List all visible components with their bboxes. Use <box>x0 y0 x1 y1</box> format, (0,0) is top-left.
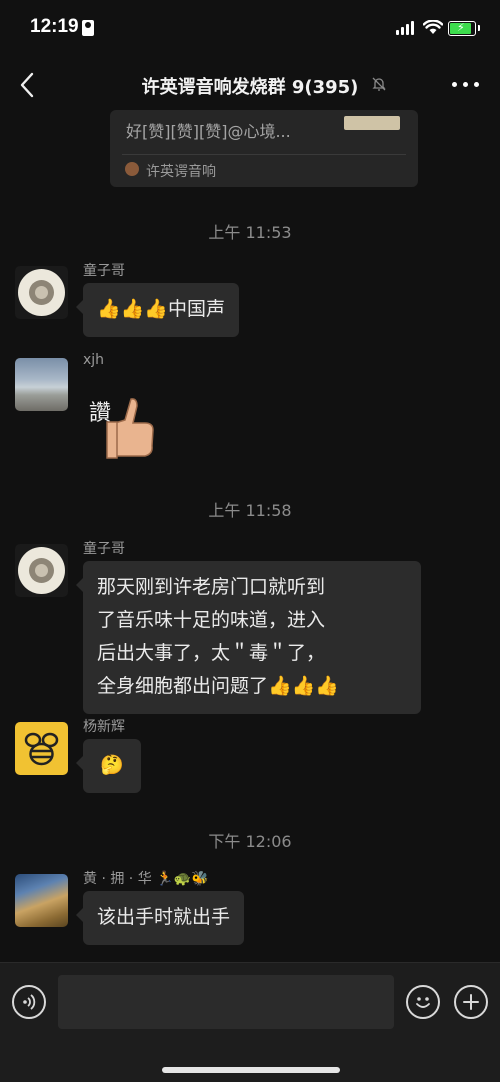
person-icon <box>82 20 94 36</box>
sender-name: xjh <box>83 352 105 368</box>
chat-title: 许英谔音响发烧群 9(395) <box>141 77 359 98</box>
avatar[interactable] <box>15 358 68 411</box>
home-indicator <box>162 1067 340 1073</box>
message-list[interactable]: 好[赞][赞][赞]@心境... 许英谔音响 上午 11:53 童子哥 👍👍👍中… <box>0 110 500 962</box>
message-text: 了音乐味十足的味道，进入 <box>97 609 326 631</box>
divider <box>122 154 406 155</box>
quoted-message-card[interactable]: 好[赞][赞][赞]@心境... 许英谔音响 <box>110 110 418 187</box>
message-bubble[interactable]: 👍👍👍中国声 <box>76 283 239 337</box>
sender-name: 童子哥 <box>83 541 125 557</box>
status-bar: 12:19 ⚡ <box>0 0 500 58</box>
quoted-source: 许英谔音响 <box>146 164 216 180</box>
message-input[interactable] <box>58 975 394 1029</box>
status-time: 12:19 <box>30 16 79 37</box>
battery-icon: ⚡ <box>448 21 480 36</box>
voice-icon <box>23 994 36 1010</box>
cellular-signal-icon <box>396 21 416 35</box>
quoted-image-thumbnail <box>344 116 400 130</box>
time-separator: 上午 11:53 <box>208 223 292 242</box>
wifi-icon <box>423 20 443 34</box>
message-text: 该出手时就出手 <box>97 906 231 928</box>
wechat-group-chat-screen: 12:19 ⚡ 许英谔音响发烧群 9(395) 好[赞][赞][赞]@心境...… <box>0 0 500 1082</box>
avatar[interactable] <box>15 722 68 775</box>
plus-icon <box>463 994 479 1010</box>
message-text: 后出大事了，太＂毒＂了， <box>97 642 326 664</box>
thumbs-up-icon: 👍👍👍 <box>268 675 339 697</box>
mute-icon <box>372 77 386 91</box>
thumbs-up-sticker[interactable]: 讚 <box>85 378 160 463</box>
more-options-button[interactable] <box>452 82 480 90</box>
message-bubble[interactable]: 该出手时就出手 <box>75 891 245 945</box>
sender-name: 黄 · 拥 · 华 🏃🐢🐝 <box>83 871 209 887</box>
message-text: 那天刚到许老房门口就听到 <box>97 576 326 598</box>
emoji-button[interactable] <box>406 985 440 1019</box>
message-text: 中国声 <box>167 298 225 320</box>
sender-emojis: 🏃🐢🐝 <box>156 871 209 887</box>
avatar[interactable] <box>15 874 68 927</box>
message-bubble[interactable]: 那天刚到许老房门口就听到 了音乐味十足的味道，进入 后出大事了，太＂毒＂了， 全… <box>76 561 421 714</box>
thinking-emoji: 🤔 <box>100 754 124 776</box>
message-text: 全身细胞都出问题了 <box>97 675 269 697</box>
nav-bar: 许英谔音响发烧群 9(395) <box>0 58 500 110</box>
thumbs-up-icon: 👍👍👍 <box>97 298 168 320</box>
input-bar <box>0 962 500 1082</box>
sender-name: 杨新辉 <box>83 719 125 735</box>
voice-button[interactable] <box>12 985 46 1019</box>
source-avatar-icon <box>125 162 139 176</box>
avatar[interactable] <box>15 544 68 597</box>
avatar[interactable] <box>15 266 68 319</box>
time-separator: 上午 11:58 <box>208 501 292 520</box>
bee-icon <box>24 732 59 766</box>
time-separator: 下午 12:06 <box>208 832 292 851</box>
more-functions-button[interactable] <box>454 985 488 1019</box>
message-bubble[interactable]: 🤔 <box>76 739 141 793</box>
emoji-icon <box>416 997 430 1008</box>
quoted-text: 好[赞][赞][赞]@心境... <box>126 122 291 141</box>
sender-name: 童子哥 <box>83 263 125 279</box>
